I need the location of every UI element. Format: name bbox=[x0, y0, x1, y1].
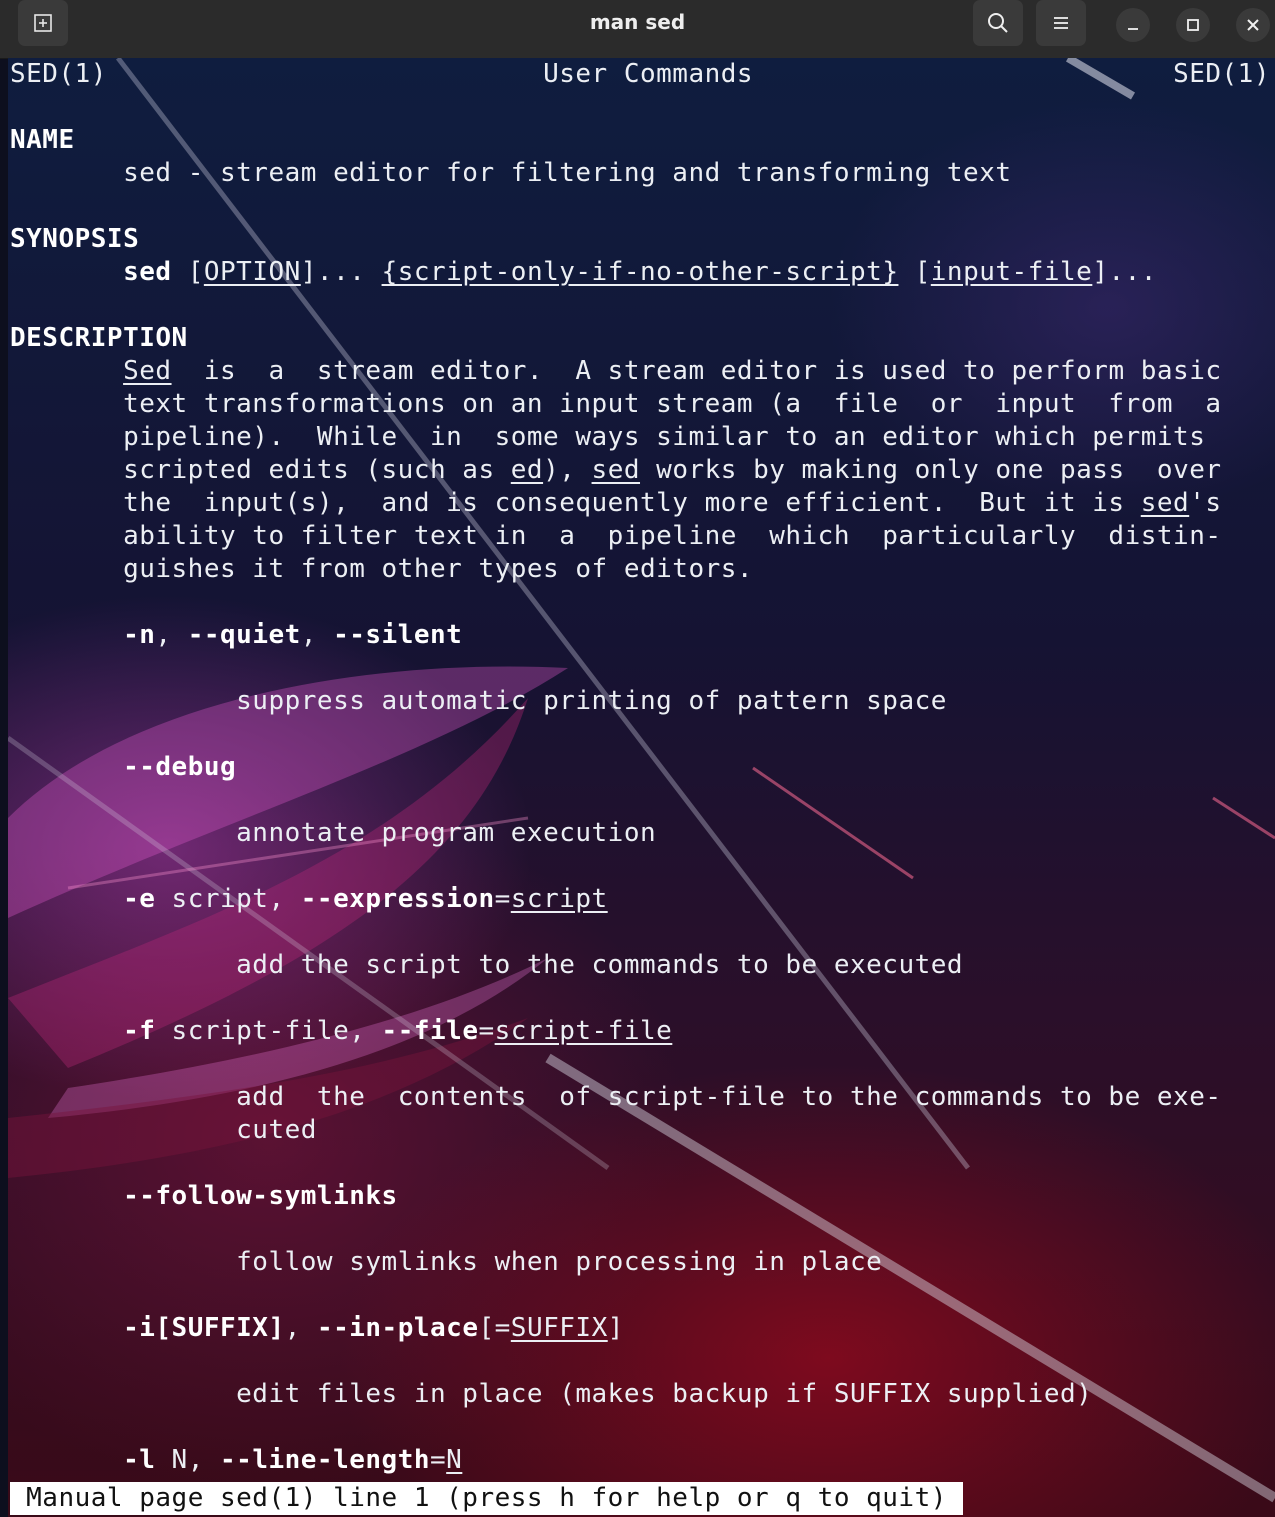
quiet-description: suppress automatic printing of pattern s… bbox=[236, 686, 947, 716]
option-follow-desc: follow symlinks when processing in place bbox=[10, 1246, 1270, 1279]
menu-button[interactable] bbox=[1036, 0, 1086, 46]
file-description-1: add the contents of script-file to the c… bbox=[236, 1082, 1222, 1112]
option-file: -f script-file, --file=script-file bbox=[123, 1016, 673, 1046]
follow-symlinks-flag: --follow-symlinks bbox=[123, 1181, 398, 1211]
option-debug-desc: annotate program execution bbox=[10, 817, 1270, 850]
section-heading-description: DESCRIPTION bbox=[10, 323, 188, 353]
header-center: User Commands bbox=[543, 59, 754, 89]
section-heading-synopsis: SYNOPSIS bbox=[10, 224, 140, 254]
section-heading-name: NAME bbox=[10, 125, 75, 155]
option-follow-symlinks: --follow-symlinks bbox=[10, 1180, 1270, 1213]
man-page-content: SED(1) User Commands SED(1) NAME sed - s… bbox=[10, 58, 1270, 1477]
option-file-desc: cuted bbox=[10, 1114, 1270, 1147]
maximize-icon bbox=[1187, 19, 1199, 31]
description-line: text transformations on an input stream … bbox=[10, 389, 1222, 419]
synopsis-command: sed bbox=[123, 257, 172, 287]
option-in-place: -i[SUFFIX], --in-place[=SUFFIX] bbox=[123, 1313, 624, 1343]
description-line: pipeline). While in some ways similar to… bbox=[10, 422, 1206, 452]
status-text: Manual page sed(1) line 1 (press h for h… bbox=[26, 1483, 947, 1513]
synopsis-option: OPTION bbox=[203, 257, 301, 287]
new-tab-button[interactable] bbox=[18, 0, 68, 46]
description-line: Sed is a stream editor. A stream editor … bbox=[123, 356, 1222, 386]
maximize-button[interactable] bbox=[1176, 8, 1210, 42]
description-line: guishes it from other types of editors. bbox=[10, 554, 754, 584]
description-line: the input(s), and is consequently more e… bbox=[10, 488, 1222, 518]
search-icon bbox=[988, 13, 1008, 33]
debug-flag: --debug bbox=[123, 752, 237, 782]
close-icon bbox=[1247, 19, 1259, 31]
new-tab-icon bbox=[34, 14, 52, 32]
option-expression-desc: add the script to the commands to be exe… bbox=[10, 949, 1270, 982]
expression-description: add the script to the commands to be exe… bbox=[236, 950, 964, 980]
option-quiet: -n, --quiet, --silent bbox=[123, 620, 463, 650]
synopsis-input-file: input-file bbox=[930, 257, 1093, 287]
description-line: ability to filter text in a pipeline whi… bbox=[10, 521, 1222, 551]
minimize-icon bbox=[1128, 28, 1138, 30]
pager-status-line: Manual page sed(1) line 1 (press h for h… bbox=[10, 1482, 963, 1515]
follow-description: follow symlinks when processing in place bbox=[236, 1247, 883, 1277]
terminal-view[interactable]: SED(1) User Commands SED(1) NAME sed - s… bbox=[8, 58, 1275, 1517]
file-description-2: cuted bbox=[236, 1115, 317, 1145]
header-left: SED(1) bbox=[10, 59, 107, 89]
title-bar: man sed bbox=[0, 0, 1275, 59]
in-place-description: edit files in place (makes backup if SUF… bbox=[236, 1379, 1093, 1409]
synopsis-line: sed [OPTION]... {script-only-if-no-other… bbox=[123, 257, 1157, 287]
synopsis-script: {script-only-if-no-other-script} bbox=[381, 257, 899, 287]
option-file-desc: add the contents of script-file to the c… bbox=[10, 1081, 1270, 1114]
name-text: sed - stream editor for filtering and tr… bbox=[10, 157, 1270, 190]
option-quiet-desc: suppress automatic printing of pattern s… bbox=[10, 685, 1270, 718]
option-in-place-desc: edit files in place (makes backup if SUF… bbox=[10, 1378, 1270, 1411]
close-button[interactable] bbox=[1236, 8, 1270, 42]
debug-description: annotate program execution bbox=[236, 818, 657, 848]
search-button[interactable] bbox=[973, 0, 1023, 46]
header-right: SED(1) bbox=[1173, 59, 1270, 89]
option-line-length: -l N, --line-length=N bbox=[123, 1445, 463, 1475]
description-line: scripted edits (such as ed), sed works b… bbox=[10, 455, 1222, 485]
name-description: sed - stream editor for filtering and tr… bbox=[123, 158, 1012, 188]
hamburger-menu-icon bbox=[1054, 17, 1068, 29]
man-header: SED(1) User Commands SED(1) bbox=[10, 58, 1270, 91]
minimize-button[interactable] bbox=[1116, 8, 1150, 42]
option-expression: -e script, --expression=script bbox=[123, 884, 608, 914]
option-debug: --debug bbox=[10, 751, 1270, 784]
